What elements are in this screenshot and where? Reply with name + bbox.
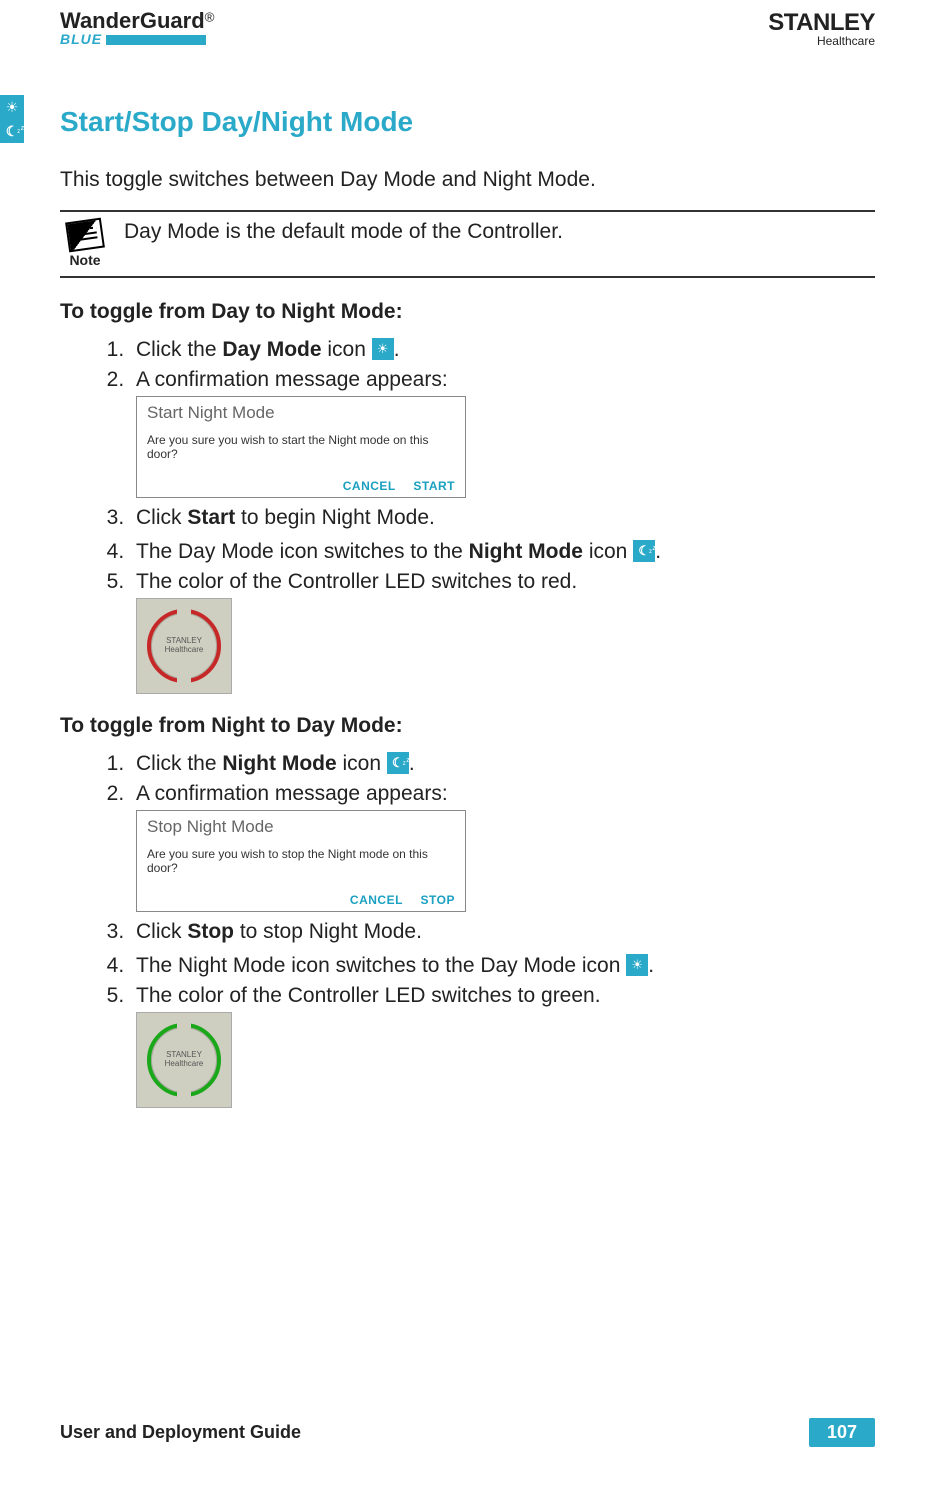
list-item: The color of the Controller LED switches… (130, 984, 875, 1108)
list-item: Click Start to begin Night Mode. (130, 506, 875, 530)
list-item: The color of the Controller LED switches… (130, 570, 875, 694)
moon-icon: zz (387, 752, 409, 774)
stop-night-dialog: Stop Night Mode Are you sure you wish to… (136, 810, 466, 912)
procedure-b-heading: To toggle from Night to Day Mode: (60, 714, 875, 738)
dialog-body: Are you sure you wish to start the Night… (147, 433, 455, 461)
stop-button[interactable]: STOP (421, 893, 455, 907)
list-item: A confirmation message appears: Start Ni… (130, 368, 875, 498)
margin-icons: zz (0, 95, 42, 143)
dialog-body: Are you sure you wish to stop the Night … (147, 847, 455, 875)
sun-icon (372, 338, 394, 360)
dialog-title: Stop Night Mode (147, 817, 455, 837)
procedure-a-steps: Click the Day Mode icon . A confirmation… (100, 338, 875, 694)
page-footer: User and Deployment Guide 107 (60, 1418, 875, 1447)
brand-reg: ® (205, 10, 215, 25)
list-item: The Night Mode icon switches to the Day … (130, 954, 875, 978)
brand-right: STANLEY Healthcare (768, 11, 875, 47)
procedure-b-steps: Click the Night Mode icon zz. A confirma… (100, 752, 875, 1108)
brand-stripe (106, 35, 206, 45)
note-label: Note (60, 252, 110, 268)
controller-led-red-image: STANLEYHealthcare (136, 598, 232, 694)
list-item: Click the Night Mode icon zz. (130, 752, 875, 776)
note-text: Day Mode is the default mode of the Cont… (124, 220, 875, 244)
note-block: Note Day Mode is the default mode of the… (60, 210, 875, 278)
list-item: Click the Day Mode icon . (130, 338, 875, 362)
dialog-title: Start Night Mode (147, 403, 455, 423)
footer-title: User and Deployment Guide (60, 1422, 301, 1443)
brand-main: WanderGuard (60, 8, 205, 33)
moon-icon: zz (0, 119, 24, 143)
brand-left: WanderGuard® BLUE (60, 10, 214, 48)
list-item: The Day Mode icon switches to the Night … (130, 540, 875, 564)
controller-led-green-image: STANLEYHealthcare (136, 1012, 232, 1108)
list-item: Click Stop to stop Night Mode. (130, 920, 875, 944)
sun-icon (0, 95, 24, 119)
page-header: WanderGuard® BLUE STANLEY Healthcare (60, 10, 875, 56)
cancel-button[interactable]: CANCEL (343, 479, 396, 493)
intro-text: This toggle switches between Day Mode an… (60, 168, 875, 192)
note-icon (65, 218, 105, 253)
brand-healthcare: Healthcare (768, 35, 875, 47)
start-night-dialog: Start Night Mode Are you sure you wish t… (136, 396, 466, 498)
list-item: A confirmation message appears: Stop Nig… (130, 782, 875, 912)
start-button[interactable]: START (413, 479, 455, 493)
moon-icon: zz (633, 540, 655, 562)
brand-stanley: STANLEY (768, 11, 875, 35)
cancel-button[interactable]: CANCEL (350, 893, 403, 907)
brand-sub: BLUE (60, 31, 102, 47)
procedure-a-heading: To toggle from Day to Night Mode: (60, 300, 875, 324)
sun-icon (626, 954, 648, 976)
page-title: Start/Stop Day/Night Mode (60, 106, 875, 138)
page-number: 107 (809, 1418, 875, 1447)
